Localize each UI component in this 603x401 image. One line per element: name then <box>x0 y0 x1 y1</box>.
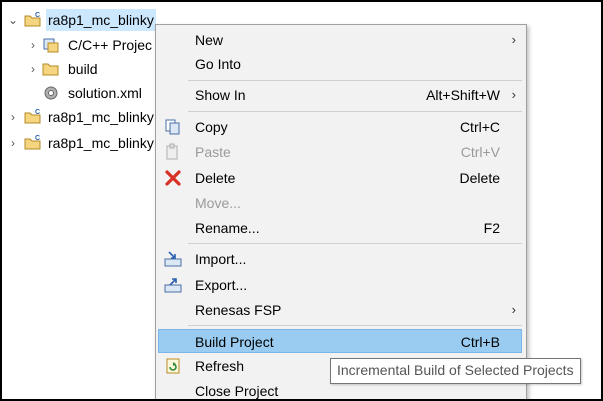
tree-item-solution-xml[interactable]: solution.xml <box>26 82 166 104</box>
copy-icon <box>165 119 180 135</box>
tooltip: Incremental Build of Selected Projects <box>330 358 581 384</box>
tree-item-label: ra8p1_mc_blinky <box>48 109 154 125</box>
menu-item-move[interactable]: Move... <box>158 191 522 215</box>
menu-item-label: Close Project <box>195 383 279 399</box>
gear-file-icon <box>44 86 58 100</box>
tree-item-project-2[interactable]: › C ra8p1_mc_blinky <box>6 106 161 128</box>
chevron-down-icon[interactable]: ⌄ <box>6 9 20 31</box>
menu-item-label: Copy <box>195 119 228 135</box>
menu-item-label: Refresh <box>195 358 245 374</box>
menu-item-label: New <box>195 32 224 48</box>
menu-item-delete[interactable]: Delete Delete <box>158 166 522 190</box>
submenu-arrow-icon: › <box>511 87 516 102</box>
tree-item-build[interactable]: › build <box>26 58 166 80</box>
tree-item-label: C/C++ Projec <box>68 37 153 53</box>
menu-item-shortcut: Alt+Shift+W <box>426 87 500 103</box>
menu-item-label: Delete <box>195 170 236 186</box>
tree-item-label: ra8p1_mc_blinky <box>48 135 154 151</box>
chevron-right-icon[interactable]: › <box>6 132 20 154</box>
menu-item-shortcut: Ctrl+B <box>460 334 500 350</box>
c-project-folder-icon: C <box>24 12 41 27</box>
tree-item-cpp-includes[interactable]: › C/C++ Projec <box>26 34 166 56</box>
context-menu: New › Go Into Show In Alt+Shift+W › Copy… <box>155 24 527 399</box>
export-icon <box>164 278 182 293</box>
c-project-folder-icon: C <box>24 109 41 124</box>
menu-item-rename[interactable]: Rename... F2 <box>158 216 522 240</box>
delete-icon <box>165 170 181 186</box>
tree-item-project-3[interactable]: › C ra8p1_mc_blinky <box>6 132 161 154</box>
chevron-right-icon[interactable]: › <box>6 106 20 128</box>
menu-item-label: Go Into <box>195 56 241 72</box>
paste-icon <box>166 143 178 160</box>
submenu-arrow-icon: › <box>511 302 516 317</box>
menu-separator <box>188 80 522 81</box>
menu-item-shortcut: Delete <box>459 170 500 186</box>
menu-item-label: Rename... <box>195 220 260 236</box>
tree-item-label: ra8p1_mc_blinky <box>46 9 156 31</box>
refresh-icon <box>166 358 180 374</box>
menu-item-renesas-fsp[interactable]: Renesas FSP › <box>158 298 522 322</box>
tree-item-label: build <box>68 61 98 77</box>
menu-item-shortcut: F2 <box>483 220 500 236</box>
menu-item-shortcut: Ctrl+C <box>459 119 500 135</box>
menu-item-label: Build Project <box>195 334 274 350</box>
menu-item-label: Renesas FSP <box>195 302 282 318</box>
chevron-right-icon[interactable]: › <box>26 34 40 56</box>
svg-text:C: C <box>35 109 40 116</box>
menu-separator <box>188 111 522 112</box>
window: ⌄ C ra8p1_mc_blinky › C/C++ Projec › bui… <box>0 0 603 401</box>
menu-separator <box>188 243 522 244</box>
svg-text:C: C <box>35 135 40 142</box>
c-project-folder-icon: C <box>24 135 41 150</box>
menu-item-import[interactable]: Import... <box>158 247 522 271</box>
menu-item-paste[interactable]: Paste Ctrl+V <box>158 140 522 164</box>
menu-item-label: Export... <box>195 277 248 293</box>
tree-item-label: solution.xml <box>68 85 142 101</box>
menu-item-label: Move... <box>195 195 241 211</box>
chevron-right-icon[interactable]: › <box>26 58 40 80</box>
tree-item-project-1[interactable]: ⌄ C ra8p1_mc_blinky <box>6 9 161 31</box>
menu-separator <box>188 325 522 326</box>
menu-item-shortcut: Ctrl+V <box>460 144 500 160</box>
menu-item-export[interactable]: Export... <box>158 273 522 297</box>
menu-item-build-project[interactable]: Build Project Ctrl+B <box>158 329 522 353</box>
import-icon <box>164 251 182 267</box>
svg-text:C: C <box>35 12 40 19</box>
menu-item-label: Import... <box>195 251 247 267</box>
menu-item-label: Show In <box>195 87 246 103</box>
menu-item-label: Paste <box>195 144 231 160</box>
menu-item-show-in[interactable]: Show In Alt+Shift+W › <box>158 83 522 107</box>
folder-icon <box>42 63 59 76</box>
menu-item-new[interactable]: New › <box>158 28 522 52</box>
menu-item-go-into[interactable]: Go Into <box>158 52 522 76</box>
menu-item-copy[interactable]: Copy Ctrl+C <box>158 115 522 139</box>
c-includes-icon <box>43 38 59 53</box>
submenu-arrow-icon: › <box>511 32 516 47</box>
